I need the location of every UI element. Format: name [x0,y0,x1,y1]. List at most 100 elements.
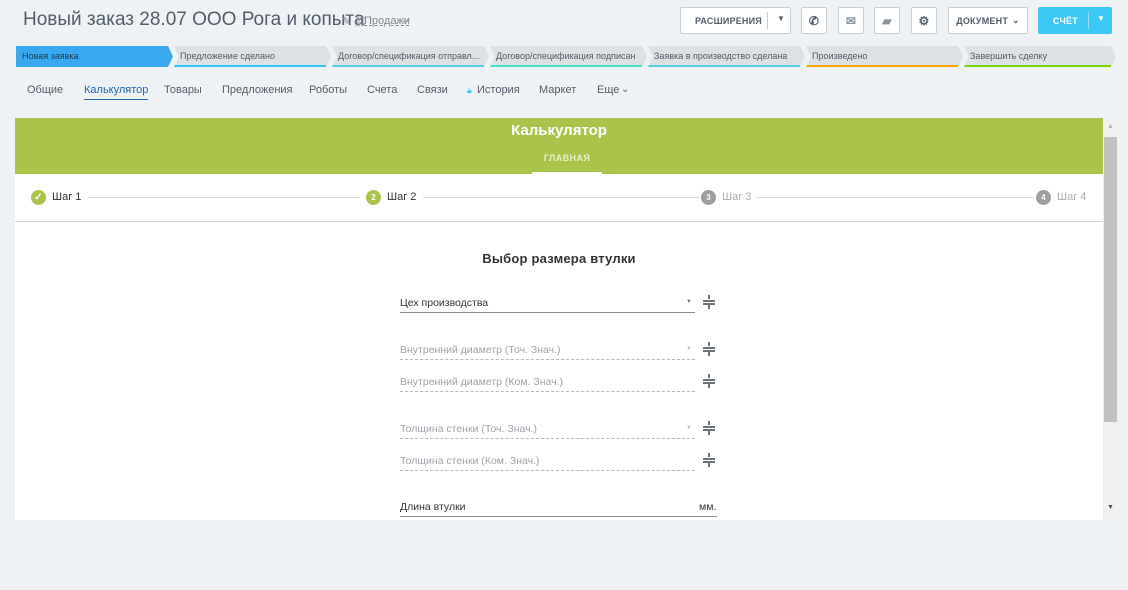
sleeve-length-field[interactable]: Длина втулки [400,497,717,517]
field-underline [400,312,695,313]
invoice-button[interactable]: СЧЁТ ▼ [1038,7,1112,34]
tab-market[interactable]: Маркет [539,84,576,96]
formula-icon[interactable] [702,374,716,388]
stage-indicator [490,65,642,67]
step-connector [88,197,360,198]
extensions-button[interactable]: РАСШИРЕНИЯ ▼ [680,7,791,34]
chevron-down-icon[interactable]: ▼ [1097,14,1105,23]
scrollbar[interactable]: ▲ ▼ [1103,118,1118,520]
chevron-down-icon[interactable]: ⌄ [621,84,629,95]
header: Новый заказ 28.07 ООО Рога и копыта ✎ ⛓ … [0,0,1128,42]
field-label: Внутренний диаметр (Точ. Знач.) [400,344,561,356]
stage-indicator [964,65,1111,67]
divider [767,12,768,29]
stage-indicator [16,65,168,67]
stage-item[interactable]: Предложение сделано [174,46,331,67]
field-label: Цех производства [400,297,489,309]
step-connector [756,197,1034,198]
step-label: Шаг 4 [1057,191,1087,203]
document-button[interactable]: ДОКУМЕНТ ⌄ [948,7,1028,34]
stage-item[interactable]: Договор/спецификация отправл... [332,46,489,67]
check-icon[interactable]: ✓ [31,190,46,205]
field-underline [400,516,717,517]
mail-button[interactable]: ✉ [838,7,864,34]
invoice-label: СЧЁТ [1053,15,1078,26]
field-underline [400,438,695,439]
inner-diameter-commercial-field[interactable]: Внутренний диаметр (Ком. Знач.) [400,372,695,392]
field-label: Толщина стенки (Точ. Знач.) [400,423,537,435]
extensions-label: РАСШИРЕНИЯ [695,15,762,26]
stage-label: Произведено [812,51,868,61]
tab-general[interactable]: Общие [27,84,63,96]
tab-products[interactable]: Товары [164,84,202,96]
formula-icon[interactable] [702,453,716,467]
settings-button[interactable]: ⚙ [911,7,937,34]
stage-item[interactable]: Договор/спецификация подписан [490,46,647,67]
step-label: Шаг 3 [722,191,752,203]
document-label: ДОКУМЕНТ [956,15,1009,26]
page-title: Новый заказ 28.07 ООО Рога и копыта [23,9,365,30]
mail-icon: ✉ [845,13,857,28]
scrollbar-thumb[interactable] [1104,137,1117,422]
stage-label: Завершить сделку [970,51,1047,61]
inner-diameter-exact-select[interactable]: Внутренний диаметр (Точ. Знач.) ▼ [400,340,695,360]
formula-icon[interactable] [702,342,716,356]
dropdown-arrow-icon: ▼ [686,299,692,305]
wall-thickness-commercial-field[interactable]: Толщина стенки (Ком. Знач.) [400,451,695,471]
phone-button[interactable]: ✆ [801,7,827,34]
stage-item[interactable]: Заявка в производство сделана [648,46,805,67]
tab-invoices[interactable]: Счета [367,84,397,96]
dropdown-arrow-icon: ▼ [686,425,692,431]
stage-item[interactable]: Произведено [806,46,963,67]
tab-offers[interactable]: Предложения [222,84,293,96]
calculator-header: Калькулятор ГЛАВНАЯ [15,118,1103,174]
chevron-down-icon[interactable]: ▼ [777,14,785,23]
stage-indicator [332,65,484,67]
scroll-up-icon[interactable]: ▲ [1107,123,1114,130]
stage-label: Новая заявка [22,51,79,61]
stage-label: Предложение сделано [180,51,276,61]
tab-more[interactable]: Еще [597,84,619,96]
pencil-icon[interactable]: ✎ [342,15,351,28]
workshop-select[interactable]: Цех производства ▼ [400,293,695,313]
tab-robots[interactable]: Роботы [309,84,347,96]
tab-main[interactable]: ГЛАВНАЯ [532,153,602,163]
stage-label: Договор/спецификация подписан [496,51,636,61]
step-number: 4 [1036,190,1051,205]
field-label: Длина втулки [400,501,466,513]
calculator-panel: Калькулятор ГЛАВНАЯ ✓ Шаг 1 2 Шаг 2 3 Ша… [15,118,1103,520]
phone-icon: ✆ [808,13,820,28]
stepper: ✓ Шаг 1 2 Шаг 2 3 Шаг 3 4 Шаг 4 [15,174,1103,222]
category-dropdown-icon[interactable]: – [403,15,409,27]
divider [1088,12,1089,29]
stage-indicator [806,65,958,67]
lock-icon: 🔒︎ [467,85,472,95]
formula-icon[interactable] [702,421,716,435]
stage-indicator [174,65,326,67]
tab-links[interactable]: Связи [417,84,448,96]
step-label[interactable]: Шаг 1 [52,191,81,203]
unit-label: мм. [699,501,717,513]
field-label: Толщина стенки (Ком. Знач.) [400,455,540,467]
field-label: Внутренний диаметр (Ком. Знач.) [400,376,564,388]
chat-button[interactable]: ▰ [874,7,900,34]
stage-item[interactable]: Новая заявка [16,46,173,67]
field-underline [400,359,695,360]
formula-icon[interactable] [702,295,716,309]
field-underline [400,391,695,392]
wall-thickness-exact-select[interactable]: Толщина стенки (Точ. Знач.) ▼ [400,419,695,439]
stage-label: Договор/спецификация отправл... [338,51,480,61]
step-connector [423,197,700,198]
step-number: 3 [701,190,716,205]
scroll-down-icon[interactable]: ▼ [1107,504,1114,511]
step-label[interactable]: Шаг 2 [387,191,416,203]
tab-calculator[interactable]: Калькулятор [84,84,149,100]
tab-history[interactable]: История [477,84,520,96]
chevron-down-icon: ⌄ [1012,15,1020,25]
gear-icon: ⚙ [918,13,930,28]
dropdown-arrow-icon: ▼ [686,346,692,352]
form-title: Выбор размера втулки [482,251,636,266]
stage-item[interactable]: Завершить сделку [964,46,1116,67]
step-number[interactable]: 2 [366,190,381,205]
chat-icon: ▰ [882,13,892,28]
